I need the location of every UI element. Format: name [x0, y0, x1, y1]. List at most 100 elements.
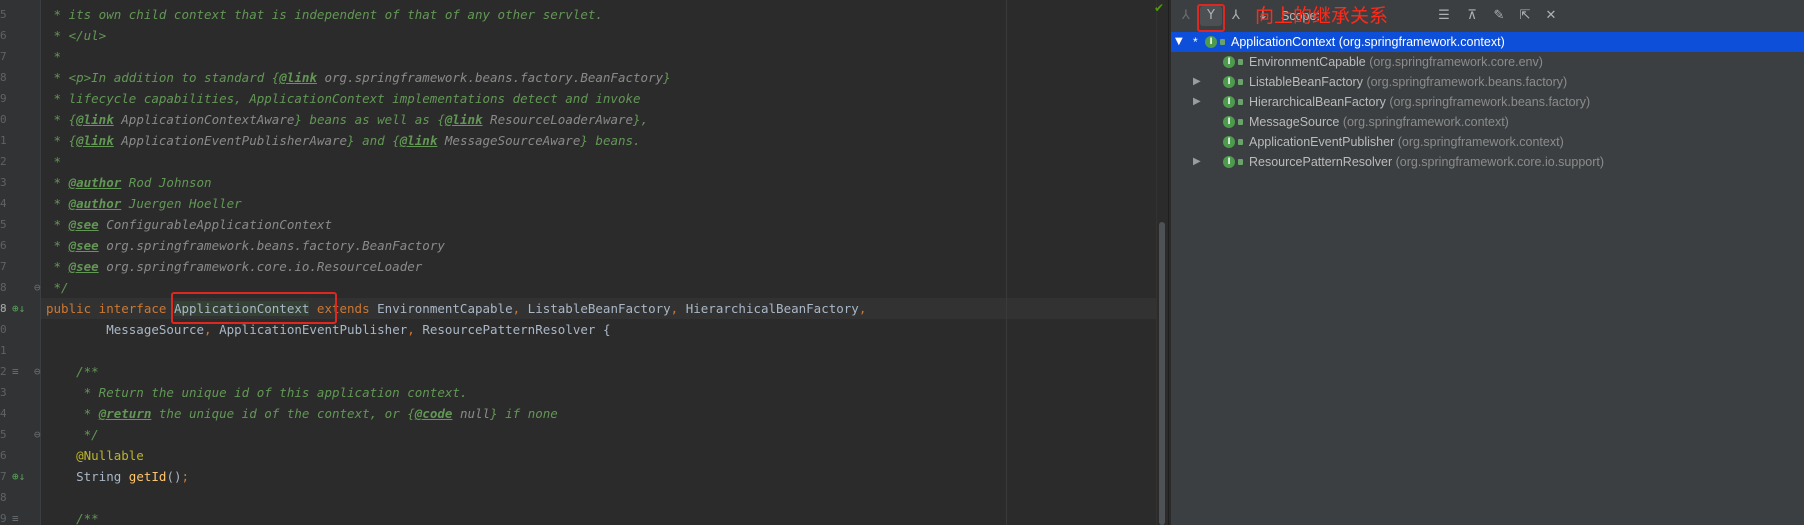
code-line[interactable]: *	[46, 46, 62, 67]
type-name: MessageSource	[1249, 115, 1340, 129]
implemented-by-icon[interactable]: ⊕↓	[12, 298, 25, 319]
code-line[interactable]: /**	[46, 508, 99, 525]
line-number: 3	[0, 386, 6, 399]
code-line[interactable]: * <p>In addition to standard {@link org.…	[46, 67, 671, 88]
subtypes-hierarchy-icon[interactable]: ⅄	[1175, 6, 1197, 26]
line-number: 4	[0, 407, 6, 420]
code-token: @see	[68, 259, 99, 274]
interface-icon: I	[1223, 56, 1235, 68]
public-access-icon	[1238, 79, 1243, 85]
line-number: 2	[0, 365, 6, 378]
code-token: },	[633, 112, 649, 127]
package-name: (org.springframework.context)	[1397, 135, 1564, 149]
code-line[interactable]: */	[46, 277, 69, 298]
code-line[interactable]: MessageSource, ApplicationEventPublisher…	[46, 319, 610, 340]
rendered-doc-icon[interactable]: ≡	[12, 508, 19, 525]
code-token: @author	[68, 175, 122, 190]
public-access-icon	[1238, 59, 1243, 65]
base-type-marker-icon: *	[1193, 35, 1198, 49]
code-line[interactable]: @Nullable	[46, 445, 144, 466]
code-line[interactable]: * @see org.springframework.beans.factory…	[46, 235, 445, 256]
class-hierarchy-icon[interactable]: ⅄	[1225, 6, 1247, 26]
code-line[interactable]: /**	[46, 361, 99, 382]
code-line[interactable]: * </ul>	[46, 25, 107, 46]
hierarchy-tree-item[interactable]: ▶ I ListableBeanFactory (org.springframewo…	[1171, 72, 1804, 92]
code-line[interactable]: * its own child context that is independ…	[46, 4, 603, 25]
code-token: } beans.	[580, 133, 641, 148]
line-number: 6	[0, 239, 6, 252]
code-line[interactable]: * @return the unique id of the context, …	[46, 403, 558, 424]
line-number: 7	[0, 470, 6, 483]
code-token: org.springframework.beans.factory.BeanFa…	[98, 238, 445, 253]
expand-all-icon[interactable]: ☰	[1433, 6, 1455, 26]
code-token: public interface	[46, 301, 174, 316]
code-token: ApplicationContextAware	[113, 112, 295, 127]
no-problems-check-icon[interactable]: ✔	[1154, 1, 1164, 15]
code-line[interactable]: * @see org.springframework.core.io.Resou…	[46, 256, 423, 277]
code-token: *	[46, 154, 62, 169]
code-token: @link	[399, 133, 438, 148]
code-line[interactable]: * Return the unique id of this applicati…	[46, 382, 468, 403]
line-number: 1	[0, 134, 6, 147]
fold-icon[interactable]: ⊖	[34, 361, 41, 382]
close-icon[interactable]: ✕	[1540, 6, 1562, 26]
code-line[interactable]: * @see ConfigurableApplicationContext	[46, 214, 332, 235]
collapsed-arrow-icon[interactable]: ▶	[1193, 92, 1201, 112]
code-token: } beans as well as {	[294, 112, 445, 127]
line-number: 4	[0, 197, 6, 210]
code-token: Juergen Hoeller	[121, 196, 242, 211]
hierarchy-tree-item[interactable]: ▼ * I ApplicationContext (org.springframewo…	[1171, 32, 1804, 52]
fold-icon[interactable]: ⊖	[34, 424, 41, 445]
hierarchy-tree-item[interactable]: I MessageSource (org.springframework.cont…	[1171, 112, 1804, 132]
line-number: 8	[0, 281, 6, 294]
code-token: * lifecycle capabilities, ApplicationCon…	[46, 91, 641, 106]
supertypes-hierarchy-icon[interactable]: Y	[1200, 6, 1222, 26]
code-token: org.springframework.beans.factory.BeanFa…	[316, 70, 664, 85]
collapse-all-icon[interactable]: ⊼	[1461, 6, 1483, 26]
editor-scrollbar[interactable]	[1156, 0, 1168, 525]
code-line[interactable]: *	[46, 151, 62, 172]
line-number: 7	[0, 260, 6, 273]
line-number: 9	[0, 512, 6, 525]
package-name: (org.springframework.core.env)	[1369, 55, 1543, 69]
collapsed-arrow-icon[interactable]: ▶	[1193, 72, 1201, 92]
code-line[interactable]: String getId();	[46, 466, 189, 487]
public-access-icon	[1238, 139, 1243, 145]
hierarchy-tree-item[interactable]: I EnvironmentCapable (org.springframework…	[1171, 52, 1804, 72]
code-token: }	[663, 70, 671, 85]
hierarchy-tree-item[interactable]: ▶ I ResourcePatternResolver (org.springfra…	[1171, 152, 1804, 172]
code-token: @return	[98, 406, 152, 421]
public-access-icon	[1238, 119, 1243, 125]
scrollbar-thumb[interactable]	[1159, 222, 1165, 525]
code-token: @link	[279, 70, 317, 85]
code-token: ,	[204, 322, 220, 337]
code-token: *	[46, 217, 69, 232]
implemented-by-icon[interactable]: ⊕↓	[12, 466, 25, 487]
code-line[interactable]: * {@link ApplicationContextAware} beans …	[46, 109, 649, 130]
expanded-arrow-icon[interactable]: ▼	[1175, 32, 1183, 52]
export-icon[interactable]: ⇱	[1514, 6, 1536, 26]
code-line[interactable]: */	[46, 424, 99, 445]
collapsed-arrow-icon[interactable]: ▶	[1193, 152, 1201, 172]
code-editor[interactable]: 5 6 7 8 9 0 1 2 3 4 5 6 7 8 9 0 1 2 3 4 5 6 7 8 9 8 ⊕↓ ⊕↓ ⊖ ≡ ⊖ ⊖ ≡ * it…	[0, 0, 1168, 525]
rendered-doc-icon[interactable]: ≡	[12, 361, 19, 382]
public-access-icon	[1220, 39, 1225, 45]
code-token: */	[46, 427, 99, 442]
code-line[interactable]: public interface ApplicationContext exte…	[46, 298, 866, 319]
code-token: null	[452, 406, 491, 421]
hierarchy-tree-item[interactable]: I ApplicationEventPublisher (org.springfr…	[1171, 132, 1804, 152]
fold-icon[interactable]: ⊖	[34, 277, 41, 298]
code-line[interactable]: * @author Rod Johnson	[46, 172, 212, 193]
line-number: 6	[0, 449, 6, 462]
code-line[interactable]: * @author Juergen Hoeller	[46, 193, 242, 214]
line-number: 8	[0, 71, 6, 84]
line-number: 7	[0, 50, 6, 63]
code-token: @Nullable	[46, 448, 144, 463]
code-token: * <p>In addition to standard {	[46, 70, 280, 85]
code-line[interactable]: * lifecycle capabilities, ApplicationCon…	[46, 88, 641, 109]
pin-icon[interactable]: ✎	[1488, 6, 1510, 26]
code-line[interactable]: * {@link ApplicationEventPublisherAware}…	[46, 130, 641, 151]
public-access-icon	[1238, 159, 1243, 165]
hierarchy-tree-item[interactable]: ▶ I HierarchicalBeanFactory (org.springfra…	[1171, 92, 1804, 112]
package-name: (org.springframework.beans.factory)	[1366, 75, 1568, 89]
